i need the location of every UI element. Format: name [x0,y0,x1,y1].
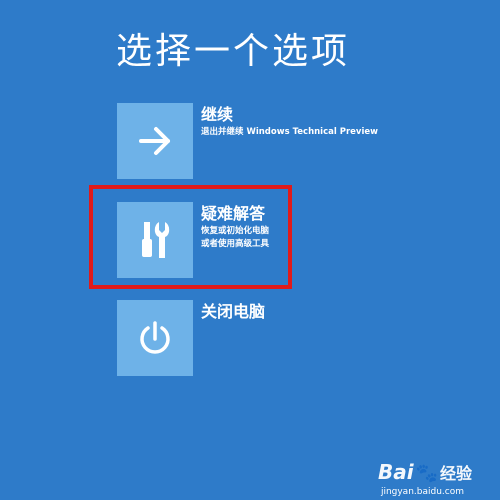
option-continue-description: 退出并继续 Windows Technical Preview [201,127,378,137]
page-title: 选择一个选项 [116,31,351,72]
highlight-box [89,185,292,289]
power-icon [140,321,170,354]
watermark-cn: 经验 [439,464,472,483]
arrow-right-icon [139,127,170,155]
baidu-watermark: Bai 🐾 经验 [378,460,472,484]
paw-icon: 🐾 [415,463,438,484]
watermark-brand: Bai [377,460,414,484]
continue-tile[interactable] [117,103,193,179]
shutdown-tile[interactable] [117,300,193,376]
watermark-url: jingyan.baidu.com [380,487,464,497]
option-shutdown-title: 关闭电脑 [201,302,266,321]
option-continue-title: 继续 [201,105,234,124]
